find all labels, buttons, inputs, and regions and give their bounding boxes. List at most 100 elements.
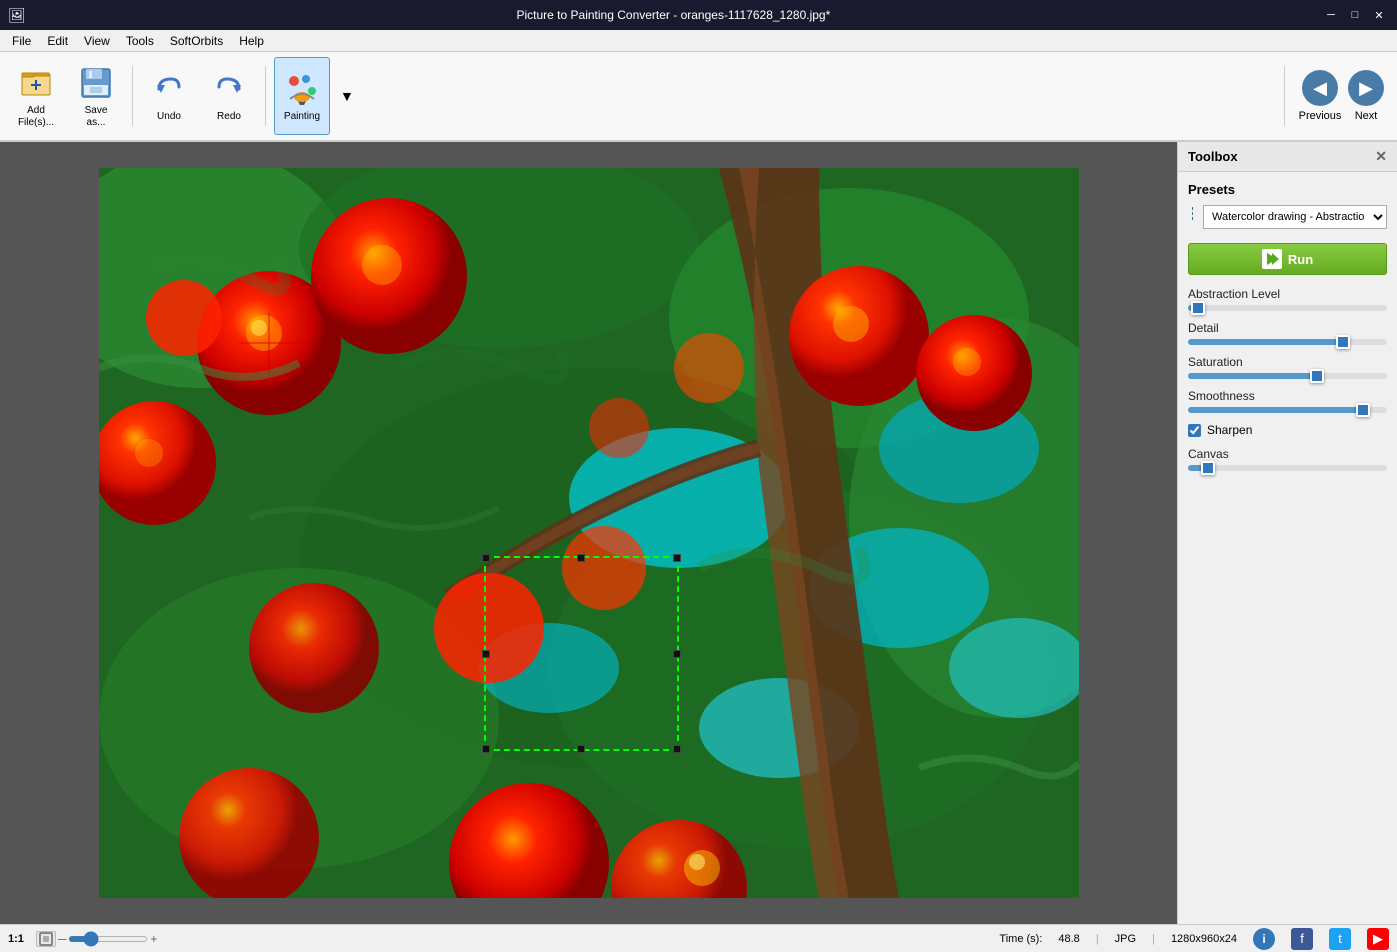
presets-icon-line-1: [1192, 207, 1193, 210]
saturation-thumb[interactable]: [1310, 369, 1324, 383]
toolbox-title: Toolbox: [1188, 149, 1238, 164]
abstraction-level-track: [1188, 305, 1387, 311]
previous-button[interactable]: ◀ Previous: [1297, 66, 1343, 126]
toolbox-header: Toolbox ✕: [1178, 142, 1397, 172]
saturation-fill: [1188, 373, 1317, 379]
next-label: Next: [1355, 110, 1378, 122]
previous-label: Previous: [1299, 110, 1342, 122]
saturation-track: [1188, 373, 1387, 379]
smoothness-section: Smoothness: [1188, 389, 1387, 413]
image-svg: [99, 168, 1079, 898]
zoom-fit-button[interactable]: [36, 931, 56, 947]
window-title: Picture to Painting Converter - oranges-…: [26, 8, 1321, 22]
toolbox-panel: Toolbox ✕ Presets Watercolor drawing - A…: [1177, 142, 1397, 924]
add-files-button[interactable]: Add File(s)...: [8, 57, 64, 135]
painting-icon: [283, 70, 321, 108]
presets-icon-line-2: [1192, 212, 1193, 215]
save-as-button[interactable]: Save as...: [68, 57, 124, 135]
youtube-button[interactable]: ▶: [1367, 928, 1389, 950]
detail-section: Detail: [1188, 321, 1387, 345]
menu-bar: File Edit View Tools SoftOrbits Help: [0, 30, 1397, 52]
save-as-label: Save as...: [85, 105, 108, 129]
add-files-label: Add File(s)...: [18, 105, 54, 129]
abstraction-level-section: Abstraction Level: [1188, 287, 1387, 311]
sharpen-checkbox[interactable]: [1188, 424, 1201, 437]
toolbox-body: Presets Watercolor drawing - Abstractio …: [1178, 172, 1397, 491]
canvas-track: [1188, 465, 1387, 471]
nav-buttons: ◀ Previous ▶ Next: [1284, 66, 1389, 126]
menu-file[interactable]: File: [4, 32, 39, 50]
status-info: Time (s): 48.8 | JPG | 1280x960x24 i f t…: [999, 928, 1389, 950]
window-controls: ─ □ ✕: [1321, 5, 1389, 25]
detail-thumb[interactable]: [1336, 335, 1350, 349]
zoom-decrease-icon: ─: [58, 932, 67, 946]
undo-button[interactable]: Undo: [141, 57, 197, 135]
sharpen-label[interactable]: Sharpen: [1207, 423, 1252, 437]
menu-softorbits[interactable]: SoftOrbits: [162, 32, 231, 50]
detail-track: [1188, 339, 1387, 345]
main-area: Toolbox ✕ Presets Watercolor drawing - A…: [0, 142, 1397, 924]
detail-fill: [1188, 339, 1343, 345]
toolbar: Add File(s)... Save as... Undo: [0, 52, 1397, 142]
saturation-section: Saturation: [1188, 355, 1387, 379]
presets-icon-line-3: [1192, 217, 1193, 220]
abstraction-level-thumb[interactable]: [1191, 301, 1205, 315]
presets-label: Presets: [1188, 182, 1387, 197]
close-button[interactable]: ✕: [1369, 5, 1389, 25]
format-label: JPG: [1115, 933, 1136, 945]
preset-select[interactable]: Watercolor drawing - Abstractio Oil pain…: [1203, 205, 1387, 229]
redo-label: Redo: [217, 111, 241, 122]
canvas-label: Canvas: [1188, 447, 1387, 461]
add-files-icon: [17, 64, 55, 102]
undo-icon: [150, 70, 188, 108]
menu-view[interactable]: View: [76, 32, 118, 50]
undo-label: Undo: [157, 111, 181, 122]
toolbar-separator-1: [132, 66, 133, 126]
time-label: Time (s):: [999, 933, 1042, 945]
painted-image: [99, 168, 1079, 898]
menu-tools[interactable]: Tools: [118, 32, 162, 50]
dimensions-label: 1280x960x24: [1171, 933, 1237, 945]
time-value: 48.8: [1058, 933, 1079, 945]
run-label: Run: [1288, 252, 1313, 267]
presets-row: Watercolor drawing - Abstractio Oil pain…: [1188, 203, 1387, 231]
zoom-increase-icon: +: [150, 932, 157, 946]
facebook-button[interactable]: f: [1291, 928, 1313, 950]
twitter-button[interactable]: t: [1329, 928, 1351, 950]
redo-icon: [210, 70, 248, 108]
canvas-thumb[interactable]: [1201, 461, 1215, 475]
smoothness-thumb[interactable]: [1356, 403, 1370, 417]
zoom-controls: ─ +: [36, 931, 158, 947]
status-sep-2: |: [1152, 933, 1155, 945]
smoothness-track: [1188, 407, 1387, 413]
title-bar: 🖼 Picture to Painting Converter - orange…: [0, 0, 1397, 30]
maximize-button[interactable]: □: [1345, 5, 1365, 25]
canvas-area[interactable]: [0, 142, 1177, 924]
zoom-level: 1:1: [8, 933, 24, 945]
abstraction-level-label: Abstraction Level: [1188, 287, 1387, 301]
redo-button[interactable]: Redo: [201, 57, 257, 135]
smoothness-label: Smoothness: [1188, 389, 1387, 403]
zoom-slider[interactable]: [68, 936, 148, 942]
status-bar: 1:1 ─ + Time (s): 48.8 | JPG | 1280x960x…: [0, 924, 1397, 952]
painting-button[interactable]: Painting: [274, 57, 330, 135]
next-arrow-icon: ▶: [1348, 70, 1384, 106]
toolbar-separator-2: [265, 66, 266, 126]
app-icon: 🖼: [8, 7, 26, 24]
detail-label: Detail: [1188, 321, 1387, 335]
menu-help[interactable]: Help: [231, 32, 272, 50]
sharpen-row: Sharpen: [1188, 423, 1387, 437]
minimize-button[interactable]: ─: [1321, 5, 1341, 25]
toolbar-more-button[interactable]: ▼: [336, 86, 358, 106]
toolbox-close-button[interactable]: ✕: [1375, 148, 1387, 165]
presets-section: Presets Watercolor drawing - Abstractio …: [1188, 182, 1387, 231]
next-button[interactable]: ▶ Next: [1343, 66, 1389, 126]
painting-label: Painting: [284, 111, 320, 122]
run-button[interactable]: Run: [1188, 243, 1387, 275]
status-sep-1: |: [1096, 933, 1099, 945]
menu-edit[interactable]: Edit: [39, 32, 76, 50]
save-as-icon: [77, 64, 115, 102]
canvas-section: Canvas: [1188, 447, 1387, 471]
info-button[interactable]: i: [1253, 928, 1275, 950]
run-icon: [1262, 249, 1282, 269]
